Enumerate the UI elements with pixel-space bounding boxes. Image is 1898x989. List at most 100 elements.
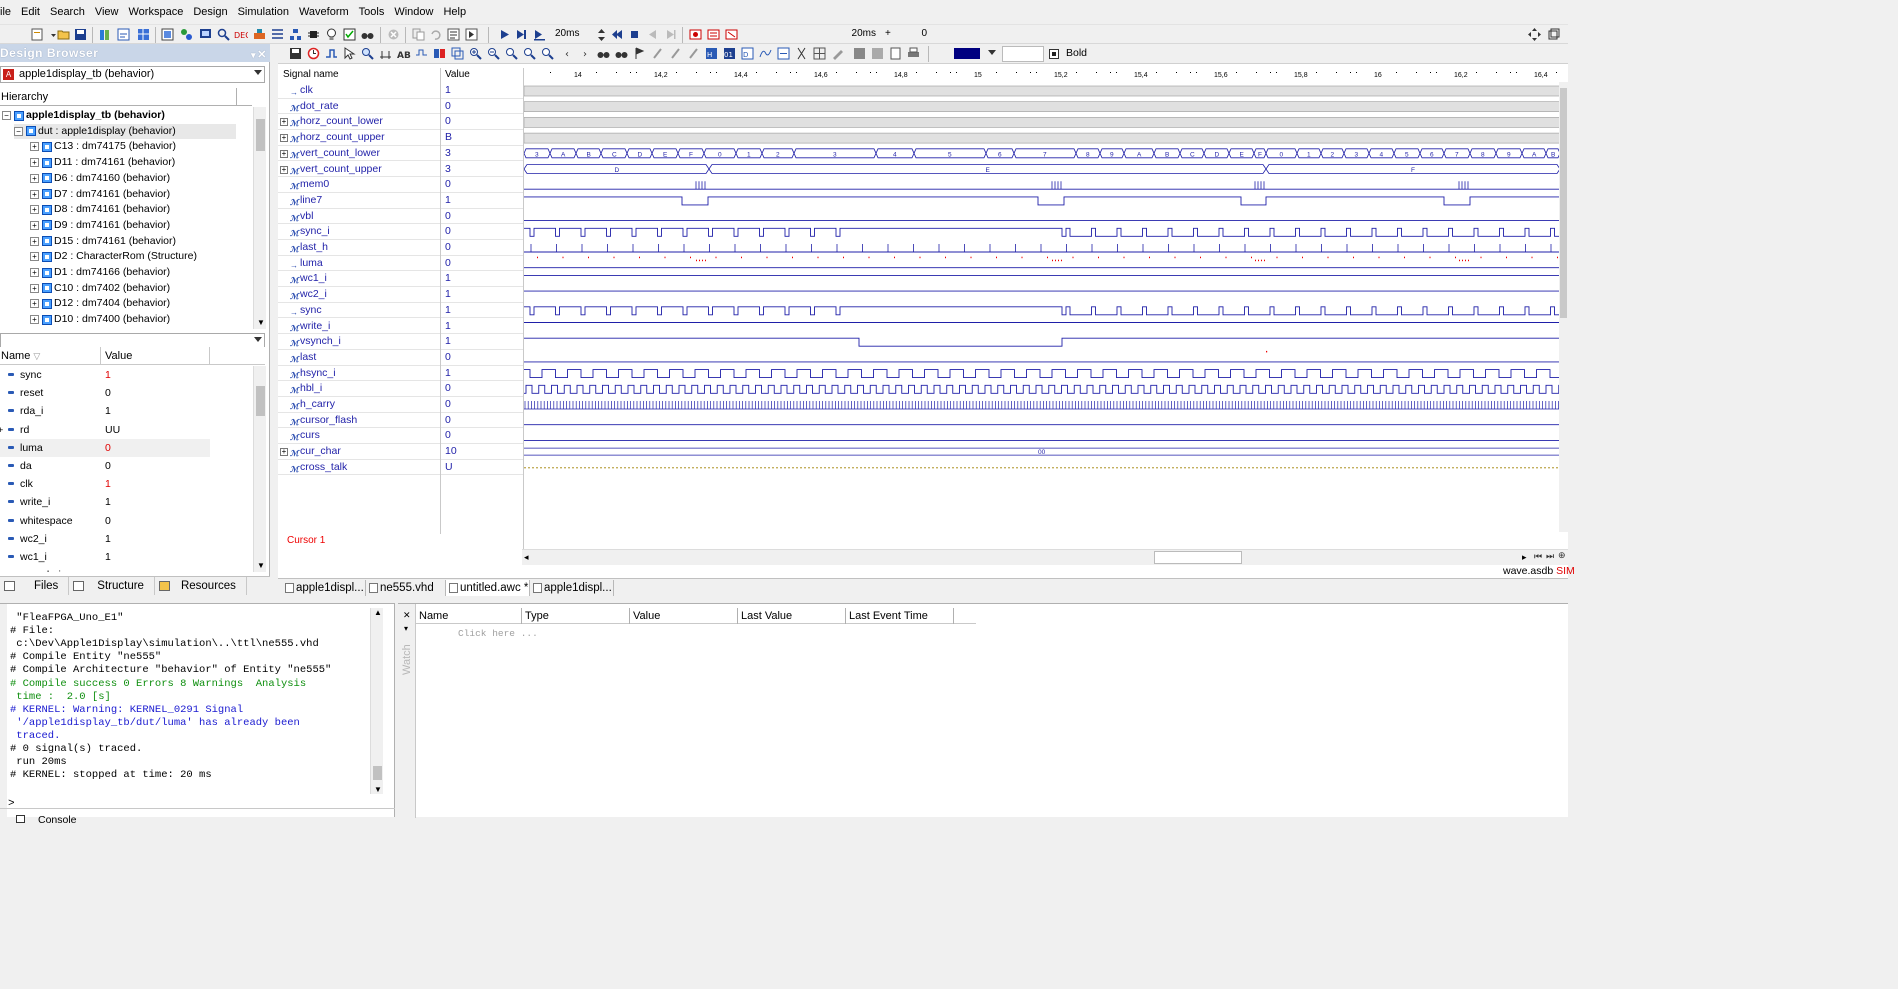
tree-item[interactable]: − dut : apple1display (behavior) — [14, 123, 236, 139]
object-row[interactable]: vsynch_i — [0, 566, 210, 572]
print-icon[interactable] — [906, 46, 921, 61]
object-row[interactable]: da 0 — [0, 457, 210, 475]
scrollbar-thumb[interactable] — [256, 119, 265, 151]
console-output[interactable]: "FleaFPGA_Uno_E1" # File: c:\Dev\Apple1Di… — [0, 608, 370, 793]
cut-icon[interactable] — [794, 46, 809, 61]
close-icon[interactable]: ✕ — [403, 610, 411, 621]
objects-scrollbar[interactable]: ▼ — [253, 366, 266, 572]
binary-radix-icon[interactable]: 01 — [722, 46, 737, 61]
menu-item-tools[interactable]: Tools — [354, 0, 390, 24]
signal-row[interactable]: → luma 0 — [278, 256, 523, 272]
signal-row[interactable]: ℳh_carry 0 — [278, 397, 523, 413]
expand-icon[interactable]: + — [30, 189, 39, 199]
waveform-vscroll[interactable] — [1559, 82, 1568, 532]
signal-row[interactable]: ℳhsync_i 1 — [278, 366, 523, 382]
edit-icon[interactable] — [830, 46, 845, 61]
watch-column-header[interactable]: Last Event Time — [846, 608, 954, 624]
console-tab[interactable]: Console — [12, 810, 92, 826]
expand-icon[interactable]: + — [280, 448, 288, 457]
signal-row[interactable]: ℳsync_i 0 — [278, 224, 523, 240]
pin-icon[interactable]: ▾ — [251, 46, 256, 64]
zoom-cursor-icon[interactable] — [540, 46, 555, 61]
tree-item[interactable]: + D9 : dm74161 (behavior) — [30, 218, 170, 233]
color-line-icon[interactable] — [870, 46, 885, 61]
trace-icon[interactable] — [414, 46, 429, 61]
stop-sim-icon[interactable] — [386, 27, 401, 42]
run-until-icon[interactable] — [464, 27, 479, 42]
run-for-icon[interactable] — [514, 27, 529, 42]
binoculars-icon[interactable] — [360, 27, 375, 42]
save-waveform-icon[interactable] — [288, 46, 303, 61]
signal-row[interactable]: ℳwc2_i 1 — [278, 287, 523, 303]
object-row[interactable]: write_i 1 — [0, 493, 210, 511]
zoom-out-icon[interactable] — [486, 46, 501, 61]
watch-placeholder[interactable]: Click here ... — [458, 628, 538, 639]
object-row[interactable]: rda_i 1 — [0, 402, 210, 420]
tree-item[interactable]: + D10 : dm7400 (behavior) — [30, 312, 170, 327]
tree-item[interactable]: + D2 : CharacterRom (Structure) — [30, 249, 197, 264]
line-width-field[interactable] — [1002, 46, 1044, 62]
cursor-label[interactable]: Cursor 1 — [278, 534, 524, 548]
chevron-down-icon[interactable]: ▼ — [257, 318, 265, 327]
name-value-separator[interactable] — [440, 68, 441, 534]
pin-icon[interactable]: ▾ — [404, 624, 408, 633]
insert-icon[interactable] — [776, 46, 791, 61]
grid-pattern-icon[interactable] — [812, 46, 827, 61]
expand-icon[interactable]: + — [30, 299, 39, 309]
color-fill-icon[interactable] — [852, 46, 867, 61]
signal-row[interactable]: ℳmem0 0 — [278, 177, 523, 193]
save-icon[interactable] — [73, 27, 88, 42]
expand-icon[interactable]: + — [30, 142, 39, 152]
signal-row[interactable]: ℳwc1_i 1 — [278, 271, 523, 288]
tree-item[interactable]: + C10 : dm7402 (behavior) — [30, 281, 170, 296]
page-setup-icon[interactable] — [888, 46, 903, 61]
stop-icon[interactable] — [627, 27, 642, 42]
state-diagram-icon[interactable] — [179, 27, 194, 42]
signal-row[interactable]: + ℳvert_count_upper 3 — [278, 162, 523, 178]
compile-icon[interactable] — [116, 27, 131, 42]
signal-row[interactable]: ℳhbl_i 0 — [278, 381, 523, 397]
collapse-icon[interactable]: − — [14, 126, 23, 136]
chevron-up-icon[interactable]: ▲ — [374, 608, 382, 617]
tab-structure[interactable]: Structure — [69, 577, 155, 595]
waveform-area[interactable]: 14 14,2 14,4 14,6 14,8 15 15,2 15,4 15,6 15,8 16 16… — [524, 68, 1568, 558]
breakpoint-list-icon[interactable] — [706, 27, 721, 42]
signal-row[interactable]: → clk 1 — [278, 83, 523, 99]
step-forward-icon[interactable] — [663, 27, 678, 42]
watch-column-header[interactable]: Last Value — [738, 608, 846, 624]
object-row[interactable]: rd UU + — [0, 421, 210, 439]
signal-row[interactable]: + ℳvert_count_lower 3 — [278, 146, 523, 162]
expand-icon[interactable]: + — [280, 118, 288, 127]
watch-column-header[interactable]: Name — [416, 608, 522, 624]
open-folder-icon[interactable] — [56, 27, 71, 42]
object-row[interactable]: whitespace 0 — [0, 512, 210, 530]
object-row[interactable]: clk 1 — [0, 475, 210, 493]
menu-item-search[interactable]: Search — [45, 0, 90, 24]
doc-tab[interactable]: apple1displ... — [282, 580, 366, 596]
find-binoculars-icon[interactable] — [614, 46, 629, 61]
design-select[interactable]: A apple1display_tb (behavior) — [0, 66, 265, 83]
object-row[interactable]: luma 0 — [0, 438, 210, 457]
tool-icon[interactable] — [252, 27, 267, 42]
signal-name-header[interactable]: Signal name — [283, 68, 339, 82]
clock-icon[interactable] — [306, 46, 321, 61]
doc-tab[interactable]: untitled.awc * — [446, 580, 530, 596]
signal-row[interactable]: → sync 1 — [278, 303, 523, 319]
tree-item[interactable]: + D6 : dm74160 (behavior) — [30, 171, 170, 186]
doc-tab[interactable]: apple1displ... — [530, 580, 614, 596]
watch-column-header[interactable]: Type — [522, 608, 630, 624]
marker-icon[interactable] — [632, 46, 647, 61]
scrollbar-thumb[interactable] — [1154, 551, 1242, 564]
tab-resources[interactable]: Resources — [155, 577, 247, 595]
expand-icon[interactable]: + — [30, 252, 39, 262]
waveform-hscroll[interactable]: ◂ ▸ ⏮ ⏭ ⊕ — [522, 549, 1568, 565]
sim-time-readout[interactable]: 20ms — [740, 27, 882, 43]
signal-row[interactable]: ℳwrite_i 1 — [278, 319, 523, 335]
tree-item[interactable]: + C13 : dm74175 (behavior) — [30, 139, 176, 154]
pointer-icon[interactable] — [342, 46, 357, 61]
tree-item[interactable]: − apple1display_tb (behavior) — [2, 108, 165, 123]
tab-files[interactable]: Files — [0, 577, 70, 595]
grid-icon[interactable] — [136, 27, 151, 42]
signal-row[interactable]: ℳlast_h 0 — [278, 240, 523, 256]
expand-icon[interactable]: + — [30, 283, 39, 293]
